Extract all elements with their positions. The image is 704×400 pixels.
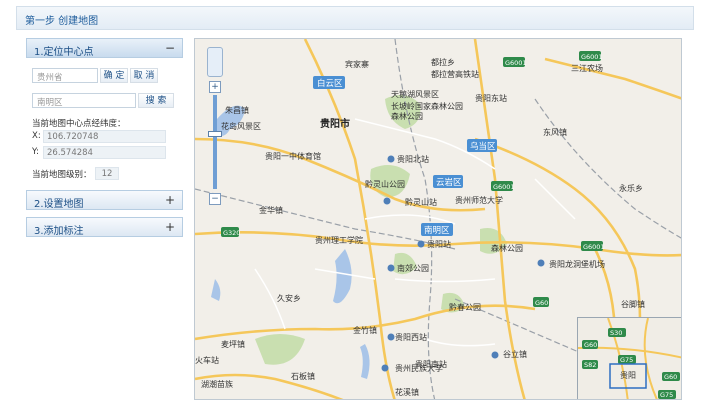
overview-minimap[interactable]: S30 G60 S82 G75 G60 G75 贵阳 <box>577 317 681 399</box>
sidebar: 1.定位中心点 − 贵州省 确 定 取 消 南明区 搜 索 当前地图中心点经纬度… <box>26 38 183 400</box>
map-label: 金竹镇 <box>353 325 377 335</box>
panel-markers-header[interactable]: 3.添加标注 + <box>26 217 183 237</box>
zoom-out-button[interactable]: − <box>209 193 221 205</box>
svg-text:G6001: G6001 <box>505 59 527 67</box>
panel-settings-title: 2.设置地图 <box>34 199 84 210</box>
map-label: 朱昌镇 <box>225 105 249 115</box>
map-label: 贵州理工学院 <box>315 235 363 245</box>
y-coordinate-field: 26.574284 <box>43 146 166 159</box>
map-label: 宾家寨 <box>345 59 369 69</box>
svg-text:G6001: G6001 <box>583 243 605 251</box>
map-label: 贵阳龙洞堡机场 <box>549 259 605 269</box>
center-coords-label: 当前地图中心点经纬度： <box>32 119 126 129</box>
map-label: 贵州民族大学 <box>395 363 443 373</box>
svg-text:G60: G60 <box>664 373 677 381</box>
y-label: Y: <box>32 147 39 157</box>
svg-text:S82: S82 <box>584 361 596 369</box>
map-label: 谷脚镇 <box>621 299 645 309</box>
collapse-icon[interactable]: − <box>165 41 175 55</box>
search-button[interactable]: 搜 索 <box>138 93 174 108</box>
svg-text:G6001: G6001 <box>493 183 515 191</box>
map-canvas[interactable]: 白云区 贵阳市 乌当区 云岩区 南明区 宾家寨 都拉乡 都拉营高铁站 天鹅湖风景… <box>194 38 682 400</box>
map-label: 长坡岭国家森林公园 <box>391 101 463 111</box>
zoom-level-label: 当前地图级别： <box>32 170 92 180</box>
map-label: 黔春公园 <box>449 302 481 312</box>
map-label: 贵阳东站 <box>475 93 507 103</box>
map-zoom-control: + − <box>207 47 223 207</box>
map-label: 黔灵山公园 <box>365 179 405 189</box>
x-label: X: <box>32 131 41 141</box>
map-label: 石板镇 <box>291 371 315 381</box>
zoom-slider-handle[interactable] <box>208 131 222 137</box>
pan-control[interactable] <box>207 47 223 77</box>
map-label: 东风镇 <box>543 127 567 137</box>
map-label: 黔灵山站 <box>405 197 437 207</box>
svg-text:G6001: G6001 <box>581 53 603 61</box>
map-label: 谷立镇 <box>503 349 527 359</box>
x-coordinate-field: 106.720748 <box>43 130 166 143</box>
expand-icon[interactable]: + <box>165 193 175 207</box>
map-city-label: 贵阳市 <box>320 117 350 130</box>
locate-button[interactable]: 确 定 <box>100 68 128 83</box>
svg-text:贵阳: 贵阳 <box>620 370 636 380</box>
expand-icon[interactable]: + <box>165 220 175 234</box>
map-label: 久安乡 <box>277 293 301 303</box>
map-label: 湖潮苗族 <box>201 379 233 389</box>
map-district-label: 乌当区 <box>470 141 496 152</box>
map-label: 森林公园 <box>491 243 523 253</box>
city-input[interactable]: 贵州省 <box>32 68 98 83</box>
map-district-label: 南明区 <box>424 225 450 236</box>
map-label: 花岛风景区 <box>221 121 261 131</box>
map-district-label: 白云区 <box>317 78 343 89</box>
map-label: 都拉乡 <box>431 57 455 67</box>
top-bar: 第一步 创建地图 <box>16 6 694 30</box>
map-label: 贵阳西站 <box>395 332 427 342</box>
svg-text:G75: G75 <box>620 356 633 364</box>
zoom-slider-track[interactable] <box>213 95 217 189</box>
map-district-label: 云岩区 <box>436 177 462 188</box>
page-title: 第一步 创建地图 <box>25 16 99 27</box>
svg-text:G75: G75 <box>660 391 673 399</box>
map-label: 火车站 <box>195 355 219 365</box>
map-label: 森林公园 <box>391 111 423 121</box>
map-label: 永乐乡 <box>619 183 643 193</box>
svg-text:G320: G320 <box>223 229 240 237</box>
map-label: 都拉营高铁站 <box>431 69 479 79</box>
panel-locate-title: 1.定位中心点 <box>34 47 94 58</box>
map-label: 麦坪镇 <box>221 339 245 349</box>
panel-markers-title: 3.添加标注 <box>34 226 84 237</box>
panel-locate-body: 贵州省 确 定 取 消 南明区 搜 索 当前地图中心点经纬度： X: 106.7… <box>26 58 183 192</box>
panel-locate-header[interactable]: 1.定位中心点 − <box>26 38 183 58</box>
map-label: 贵阳北站 <box>397 154 429 164</box>
zoom-in-button[interactable]: + <box>209 81 221 93</box>
map-label: 贵阳一中体育馆 <box>265 151 321 161</box>
map-label: 贵州师范大学 <box>455 195 503 205</box>
map-label: 南郊公园 <box>397 263 429 273</box>
svg-text:S30: S30 <box>610 329 622 337</box>
cancel-button[interactable]: 取 消 <box>130 68 158 83</box>
svg-text:G60: G60 <box>584 341 597 349</box>
svg-text:G60: G60 <box>535 299 548 307</box>
map-label: 贵阳站 <box>427 239 451 249</box>
zoom-level-field: 12 <box>95 167 119 180</box>
map-label: 花溪镇 <box>395 387 419 397</box>
map-label: 天鹅湖风景区 <box>391 89 439 99</box>
district-input[interactable]: 南明区 <box>32 93 136 108</box>
map-label: 金华镇 <box>259 205 283 215</box>
map-label: 三江农场 <box>571 63 603 73</box>
panel-settings-header[interactable]: 2.设置地图 + <box>26 190 183 210</box>
